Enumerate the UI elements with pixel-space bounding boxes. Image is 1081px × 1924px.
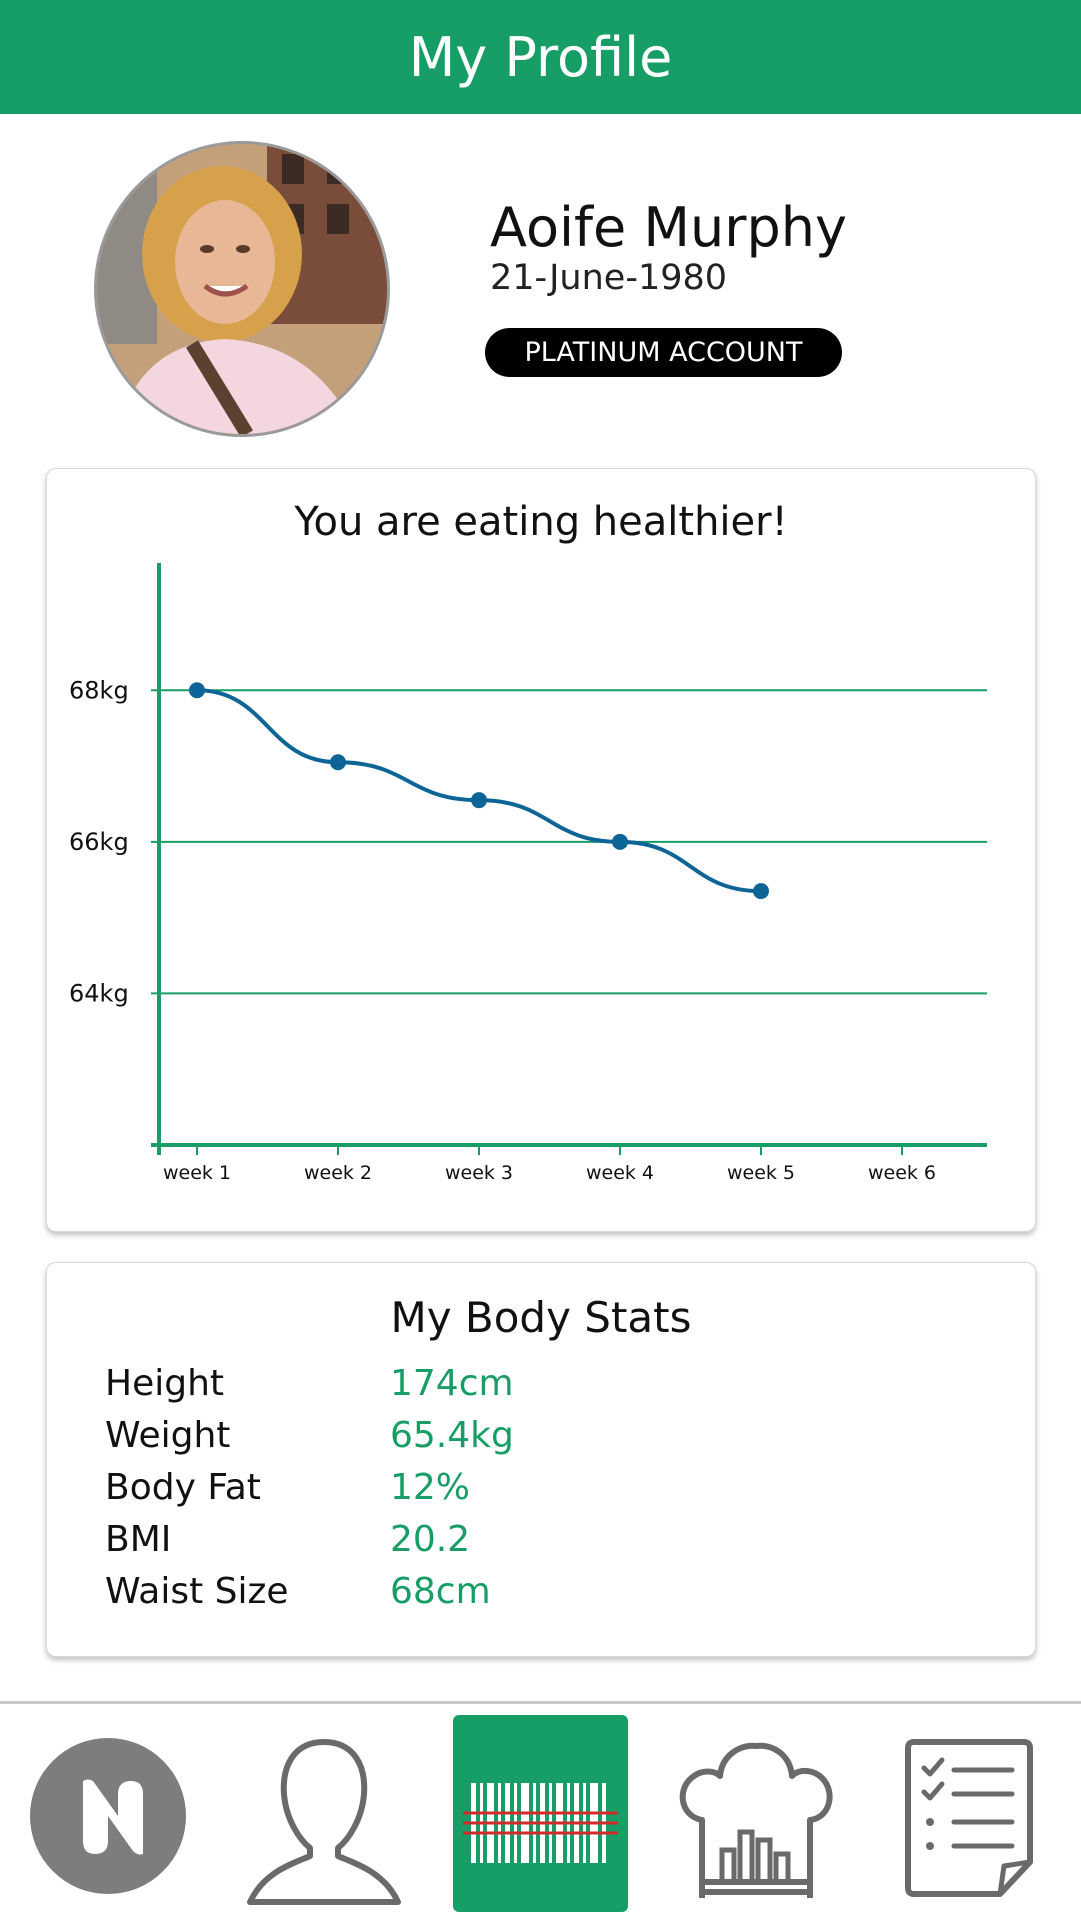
nav-scan-button[interactable] <box>453 1715 628 1912</box>
user-photo <box>97 144 387 434</box>
barcode-scanner-icon <box>463 1783 618 1863</box>
stat-value: 65.4kg <box>390 1415 514 1456</box>
stat-row-waist-size: Waist Size 68cm <box>105 1571 985 1623</box>
nav-home-button[interactable] <box>28 1736 188 1896</box>
x-tick-label: week 1 <box>163 1162 231 1184</box>
profile-icon <box>247 1739 401 1905</box>
stat-label: Waist Size <box>105 1571 289 1612</box>
stat-value: 12% <box>390 1467 471 1508</box>
bottom-nav <box>0 1701 1081 1924</box>
chef-hat-icon <box>679 1742 833 1898</box>
stat-value: 68cm <box>390 1571 491 1612</box>
x-tick-label: week 5 <box>727 1162 795 1184</box>
stat-label: Height <box>105 1363 225 1404</box>
stat-row-body-fat: Body Fat 12% <box>105 1467 985 1519</box>
header-bar: My Profile <box>0 0 1081 114</box>
y-tick-label: 68kg <box>69 676 129 704</box>
profile-name: Aoife Murphy <box>490 196 847 259</box>
y-tick-label: 64kg <box>69 979 129 1007</box>
nav-checklist-button[interactable] <box>900 1734 1040 1904</box>
x-tick-label: week 3 <box>445 1162 513 1184</box>
account-badge: PLATINUM ACCOUNT <box>485 328 842 377</box>
weight-chart-card: You are eating healthier! 68kg 66kg 64kg we… <box>46 468 1036 1232</box>
x-tick-label: week 2 <box>304 1162 372 1184</box>
stats-title: My Body Stats <box>390 1293 692 1342</box>
y-tick-label: 66kg <box>69 828 129 856</box>
stat-row-height: Height 174cm <box>105 1363 985 1415</box>
stat-label: Weight <box>105 1415 231 1456</box>
x-tick-label: week 4 <box>586 1162 654 1184</box>
checklist-icon <box>905 1739 1033 1897</box>
profile-dob: 21-June-1980 <box>490 258 728 298</box>
stat-row-bmi: BMI 20.2 <box>105 1519 985 1571</box>
data-point <box>189 682 205 699</box>
nav-profile-button[interactable] <box>242 1732 406 1908</box>
x-tick-label: week 6 <box>868 1162 936 1184</box>
weight-line-chart: 68kg 66kg 64kg week 1 week 2 week 3 week 4 week… <box>69 563 987 1184</box>
avatar[interactable] <box>94 141 390 437</box>
body-stats-card: My Body Stats Height 174cm Weight 65.4kg… <box>46 1262 1036 1657</box>
stat-value: 174cm <box>390 1363 514 1404</box>
series-line <box>196 688 762 894</box>
stat-value: 20.2 <box>390 1519 471 1560</box>
page-title: My Profile <box>408 25 673 89</box>
nav-recipes-button[interactable] <box>672 1732 840 1908</box>
stat-row-weight: Weight 65.4kg <box>105 1415 985 1467</box>
stat-label: BMI <box>105 1519 172 1560</box>
data-point <box>753 883 769 900</box>
data-point <box>471 792 487 809</box>
app-logo-icon <box>30 1738 186 1894</box>
stat-label: Body Fat <box>105 1467 261 1508</box>
data-point <box>612 833 628 850</box>
data-point <box>330 754 346 771</box>
